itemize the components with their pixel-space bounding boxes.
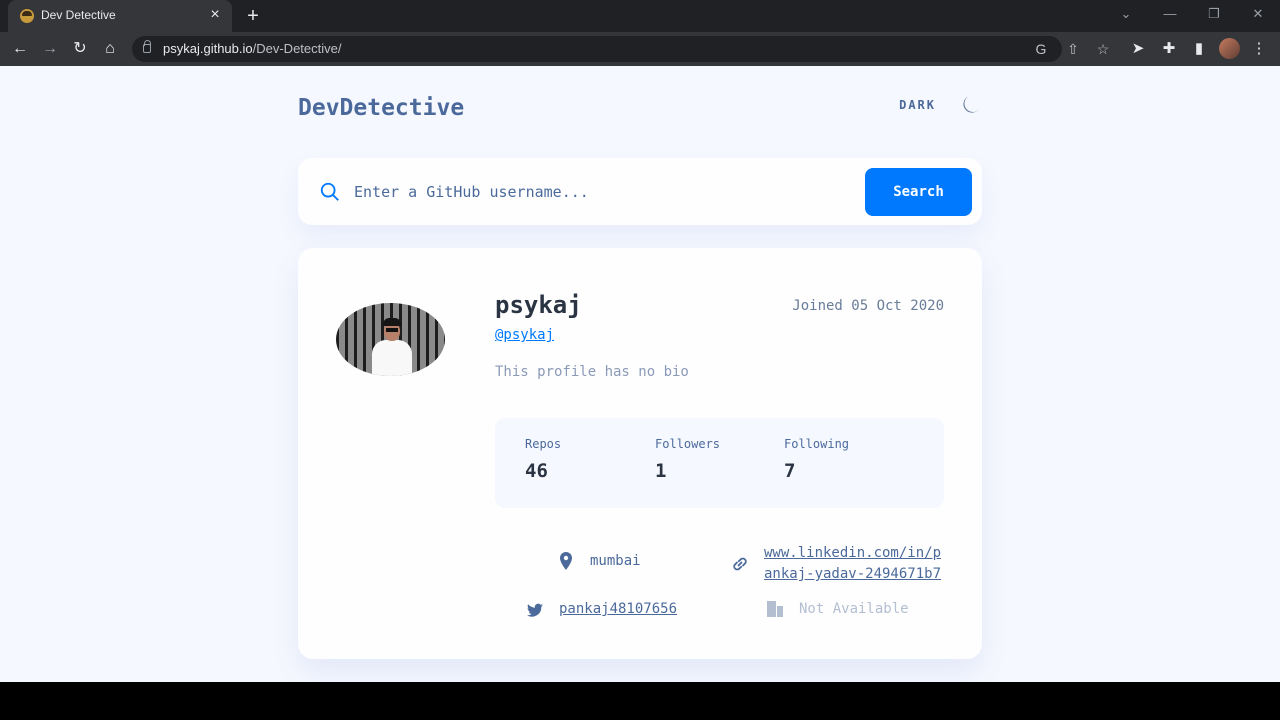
location-text: mumbai	[590, 553, 641, 569]
browser-window: Dev Detective × + ⌄ — ❐ ✕ ← → ↻ ⌂ psykaj…	[0, 0, 1280, 682]
new-tab-button[interactable]: +	[242, 5, 264, 27]
joined-date: Joined 05 Oct 2020	[792, 298, 944, 314]
link-icon	[733, 557, 747, 571]
theme-toggle[interactable]: DARK	[899, 94, 982, 116]
forward-icon[interactable]: →	[38, 37, 62, 61]
address-bar[interactable]: psykaj.github.io/Dev-Detective/ G ⇧ ☆	[132, 36, 1109, 62]
browser-toolbar: ← → ↻ ⌂ psykaj.github.io/Dev-Detective/ …	[0, 32, 1280, 66]
twitter-link[interactable]: pankaj48107656	[559, 599, 677, 620]
google-lens-icon[interactable]: G	[1032, 40, 1050, 58]
theme-label[interactable]: DARK	[899, 98, 936, 112]
following-label: Following	[784, 437, 850, 451]
profile-avatar[interactable]	[1219, 38, 1240, 59]
tab-search-dropdown-icon[interactable]: ⌄	[1104, 0, 1148, 32]
user-avatar	[336, 303, 445, 376]
reload-icon[interactable]: ↻	[68, 37, 92, 61]
followers-value: 1	[655, 460, 667, 482]
repos-stat: Repos 46	[525, 437, 561, 482]
tab-strip: Dev Detective × + ⌄ — ❐ ✕	[0, 0, 1280, 32]
following-value: 7	[784, 460, 796, 482]
lock-icon[interactable]	[143, 40, 151, 53]
repos-value: 46	[525, 460, 548, 482]
url-text[interactable]: psykaj.github.io/Dev-Detective/	[163, 41, 342, 56]
avatar-hair	[383, 318, 401, 326]
location-pin-icon	[560, 552, 572, 570]
url-path: /Dev-Detective/	[252, 41, 342, 56]
detective-favicon-icon	[20, 9, 34, 23]
website-row: www.linkedin.com/in/pankaj-yadav-2494671…	[730, 543, 947, 585]
profile-handle-link[interactable]: @psykaj	[495, 327, 554, 343]
company-text: Not Available	[799, 601, 909, 617]
following-stat: Following 7	[784, 437, 849, 482]
username-search-input[interactable]	[354, 174, 854, 210]
website-link[interactable]: www.linkedin.com/in/pankaj-yadav-2494671…	[764, 543, 947, 585]
extension-cursor-icon[interactable]: ➤	[1127, 38, 1149, 60]
home-icon[interactable]: ⌂	[98, 37, 122, 61]
minimize-button[interactable]: —	[1148, 0, 1192, 32]
avatar-person	[370, 317, 414, 376]
more-menu-icon[interactable]: ⋮	[1248, 38, 1270, 60]
close-tab-icon[interactable]: ×	[206, 6, 224, 24]
url-host: psykaj.github.io	[163, 41, 253, 56]
stats-panel: Repos 46 Followers 1 Following 7	[495, 418, 944, 508]
avatar-glasses	[386, 328, 398, 332]
location-row: mumbai	[556, 551, 641, 571]
moon-icon[interactable]	[960, 94, 982, 116]
dev-detective-app: DevDetective DARK Search	[298, 66, 982, 682]
repos-label: Repos	[525, 437, 562, 451]
tab-title: Dev Detective	[41, 8, 116, 22]
side-panel-icon[interactable]: ▮	[1188, 38, 1210, 60]
search-button[interactable]: Search	[865, 168, 972, 216]
followers-stat: Followers 1	[655, 437, 720, 482]
followers-label: Followers	[655, 437, 721, 451]
app-logo: DevDetective	[298, 95, 465, 121]
twitter-row: pankaj48107656	[525, 599, 677, 620]
company-row: Not Available	[765, 599, 909, 619]
search-bar: Search	[298, 158, 982, 225]
screen-bottom-bar	[0, 682, 1280, 720]
twitter-bird-icon	[527, 603, 543, 617]
share-icon[interactable]: ⇧	[1064, 40, 1082, 58]
bookmark-star-icon[interactable]: ☆	[1094, 40, 1112, 58]
close-window-button[interactable]: ✕	[1236, 0, 1280, 32]
avatar-shirt	[372, 340, 412, 376]
restore-button[interactable]: ❐	[1192, 0, 1236, 32]
company-building-icon	[767, 601, 783, 617]
profile-bio: This profile has no bio	[495, 364, 689, 380]
back-icon[interactable]: ←	[8, 37, 32, 61]
browser-tab[interactable]: Dev Detective ×	[8, 0, 232, 32]
profile-name: psykaj	[495, 291, 582, 319]
profile-card: psykaj Joined 05 Oct 2020 @psykaj This p…	[298, 248, 982, 659]
search-icon[interactable]	[319, 181, 341, 203]
extensions-puzzle-icon[interactable]: ✚	[1158, 38, 1180, 60]
window-controls: ⌄ — ❐ ✕	[1104, 0, 1280, 32]
